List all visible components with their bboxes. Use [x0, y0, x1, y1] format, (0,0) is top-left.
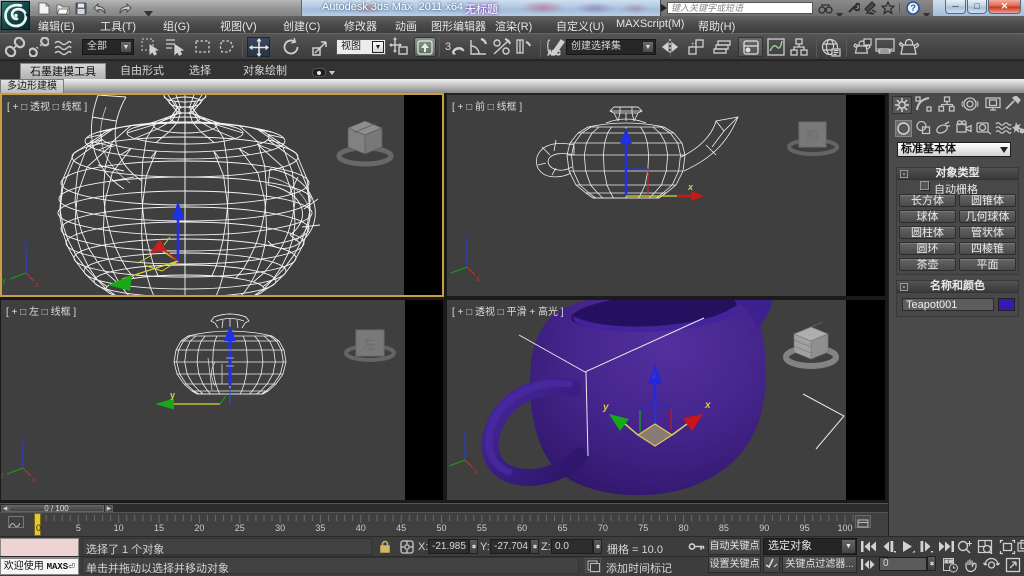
svg-text:x: x [35, 280, 39, 289]
svg-text:z: z [652, 371, 656, 380]
svg-text:y: y [602, 402, 609, 413]
svg-text:3: 3 [445, 41, 451, 53]
svg-text:x: x [32, 475, 36, 484]
svg-text:y: y [170, 390, 175, 400]
svg-text:z: z [465, 234, 469, 243]
svg-text:?: ? [910, 3, 916, 13]
svg-text:左: 左 [363, 337, 376, 352]
svg-text:x: x [687, 182, 694, 192]
svg-text:前: 前 [806, 128, 819, 143]
svg-text:ABC: ABC [548, 51, 561, 57]
svg-text:z: z [21, 435, 25, 444]
svg-text:y: y [1, 471, 3, 480]
svg-text:y: y [2, 276, 6, 285]
svg-text:z: z [463, 427, 467, 436]
svg-text:x: x [704, 400, 711, 411]
svg-text:x: x [474, 467, 478, 476]
svg-text:x: x [476, 274, 480, 283]
svg-text:z: z [24, 240, 28, 249]
